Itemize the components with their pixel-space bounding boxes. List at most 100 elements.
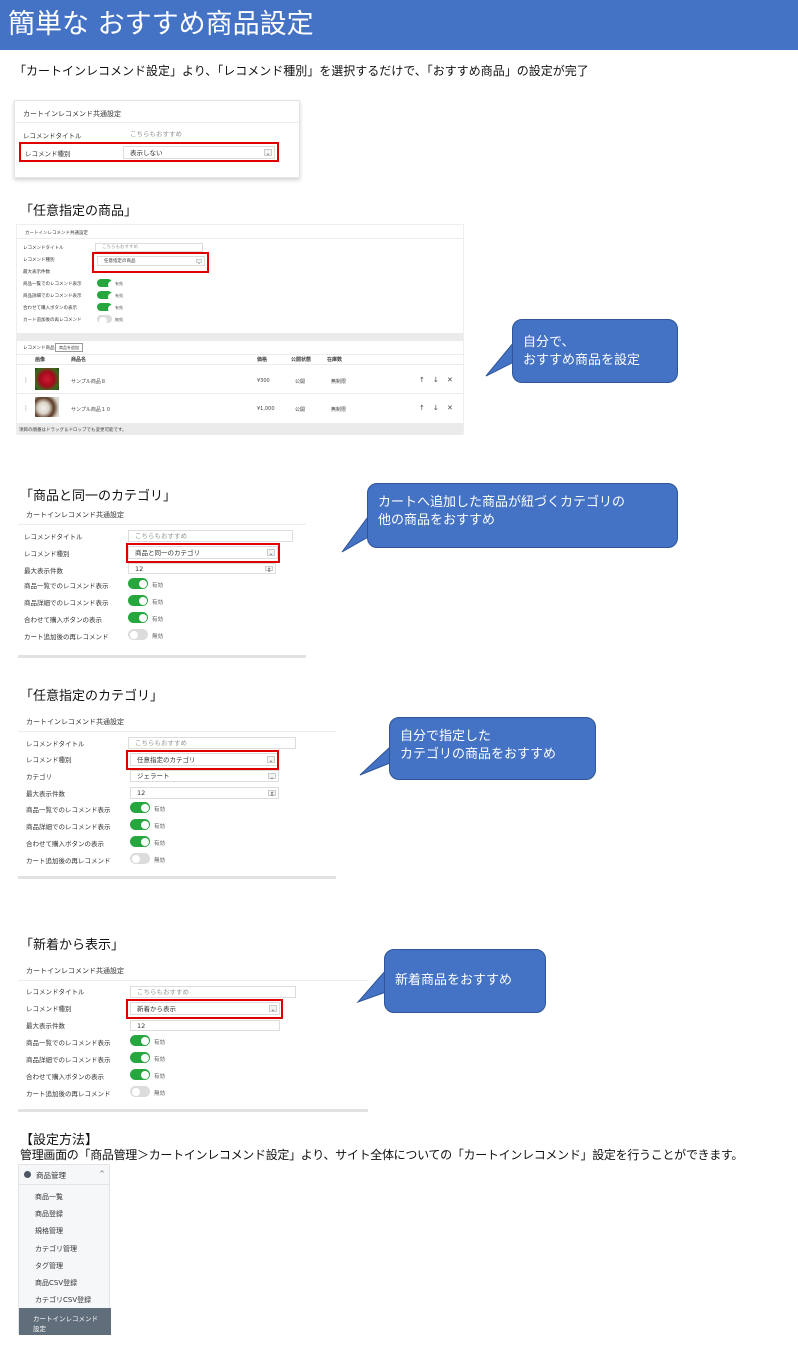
down-arrow-icon[interactable]: ↓ xyxy=(433,404,439,412)
after-cart-toggle[interactable] xyxy=(130,1086,150,1097)
toggle-state: 有効 xyxy=(154,1074,166,1080)
page-title: 簡単な おすすめ商品設定 xyxy=(0,0,798,50)
product-image xyxy=(35,368,59,390)
detail-display-label: 商品詳細でのレコメンド表示 xyxy=(24,599,109,607)
settings-panel-any-product: カートインレコメンド共通設定 レコメンドタイトル こちらもおすすめ レコメンド種… xyxy=(16,224,464,435)
col-stock: 在庫数 xyxy=(327,357,343,363)
up-arrow-icon[interactable]: ↑ xyxy=(419,404,425,412)
detail-display-label: 商品詳細でのレコメンド表示 xyxy=(26,1056,111,1064)
buy-button-toggle[interactable] xyxy=(130,1069,150,1080)
howto-text: 管理画面の「商品管理＞カートインレコメンド設定」より、サイト全体についての「カー… xyxy=(20,1148,744,1162)
drag-handle-icon[interactable]: ⋮ xyxy=(23,405,29,412)
toggle-state: 有効 xyxy=(152,617,164,623)
menu-item-product-csv[interactable]: 商品CSV登録 xyxy=(35,1278,77,1288)
product-name: サンプル商品１０ xyxy=(71,407,111,413)
menu-item-class-management[interactable]: 規格管理 xyxy=(35,1226,63,1236)
title-label: レコメンドタイトル xyxy=(24,533,83,541)
panel-title: カートインレコメンド共通設定 xyxy=(23,110,121,118)
type-label: レコメンド種別 xyxy=(26,756,72,764)
buy-button-label: 合わせて購入ボタンの表示 xyxy=(24,616,102,624)
detail-display-toggle[interactable] xyxy=(97,291,116,301)
max-value: 12 xyxy=(137,1022,146,1030)
menu-header[interactable]: 商品管理 ^ xyxy=(19,1165,109,1185)
max-label: 最大表示件数 xyxy=(26,1022,65,1030)
spinner-icon[interactable]: ⇕ xyxy=(265,566,273,573)
drag-handle-icon[interactable]: ⋮ xyxy=(23,377,29,384)
product-status: 公開 xyxy=(295,407,306,413)
product-price: ¥300 xyxy=(257,378,270,384)
category-select[interactable]: ジェラート ⌄ xyxy=(130,770,279,782)
detail-display-toggle[interactable] xyxy=(128,595,148,606)
product-price: ¥1,000 xyxy=(257,406,275,412)
type-label: レコメンド種別 xyxy=(26,1005,72,1013)
toggle-state: 有効 xyxy=(154,841,166,847)
delete-icon[interactable]: ✕ xyxy=(447,404,453,412)
max-value: 12 xyxy=(135,565,144,573)
title-input[interactable]: こちらもおすすめ xyxy=(128,530,293,542)
detail-display-toggle[interactable] xyxy=(130,1052,150,1063)
title-input[interactable]: こちらもおすすめ xyxy=(123,128,291,140)
detail-display-label: 商品詳細でのレコメンド表示 xyxy=(23,294,82,299)
title-input[interactable]: こちらもおすすめ xyxy=(95,243,203,252)
callout-any-category: 自分で指定した カテゴリの商品をおすすめ xyxy=(389,717,596,780)
toggle-state: 有効 xyxy=(154,824,166,830)
spinner-icon[interactable]: ⇕ xyxy=(268,790,276,798)
toggle-state: 有効 xyxy=(154,807,166,813)
settings-panel-new-arrivals: カートインレコメンド共通設定 レコメンドタイトル こちらもおすすめ レコメンド種… xyxy=(18,960,368,1112)
after-cart-toggle[interactable] xyxy=(130,853,150,864)
chevron-down-icon: ⌄ xyxy=(268,773,276,781)
toggle-state: 有効 xyxy=(154,1057,166,1063)
after-cart-toggle[interactable] xyxy=(97,315,112,325)
max-label: 最大表示件数 xyxy=(24,567,63,575)
list-display-toggle[interactable] xyxy=(97,279,116,289)
menu-item-category-management[interactable]: カテゴリ管理 xyxy=(35,1244,77,1254)
list-display-toggle[interactable] xyxy=(130,802,150,813)
max-input[interactable]: 12 ⇕ xyxy=(128,563,276,574)
max-input[interactable]: 12 ⇕ xyxy=(130,787,279,799)
buy-button-toggle[interactable] xyxy=(130,836,150,847)
panel-title: カートインレコメンド共通設定 xyxy=(26,967,124,975)
list-display-label: 商品一覧でのレコメンド表示 xyxy=(26,1039,111,1047)
col-status: 公開状態 xyxy=(291,357,312,363)
type-label: レコメンド種別 xyxy=(24,550,70,558)
menu-item-tag-management[interactable]: タグ管理 xyxy=(35,1261,63,1271)
title-input[interactable]: こちらもおすすめ xyxy=(128,737,296,749)
panel-title: カートインレコメンド共通設定 xyxy=(25,231,88,236)
title-input[interactable]: こちらもおすすめ xyxy=(130,986,296,998)
after-cart-toggle[interactable] xyxy=(128,629,148,640)
recommend-table-title: レコメンド商品 xyxy=(23,346,55,351)
toggle-state: 有効 xyxy=(154,1040,166,1046)
panel-title: カートインレコメンド共通設定 xyxy=(26,718,124,726)
list-display-toggle[interactable] xyxy=(128,578,148,589)
toggle-state: 無効 xyxy=(152,634,164,640)
section-heading-any-product: 「任意指定の商品」 xyxy=(20,204,138,219)
up-arrow-icon[interactable]: ↑ xyxy=(419,376,425,384)
highlight-box xyxy=(126,543,280,563)
delete-icon[interactable]: ✕ xyxy=(447,376,453,384)
settings-panel-any-category: カートインレコメンド共通設定 レコメンドタイトル こちらもおすすめ レコメンド種… xyxy=(18,711,336,879)
max-input[interactable]: 12 xyxy=(130,1020,280,1031)
menu-item-product-list[interactable]: 商品一覧 xyxy=(35,1192,63,1202)
toggle-state: 有効 xyxy=(152,583,164,589)
down-arrow-icon[interactable]: ↓ xyxy=(433,376,439,384)
detail-display-toggle[interactable] xyxy=(130,819,150,830)
callout-new-arrivals: 新着商品をおすすめ xyxy=(384,949,546,1013)
toggle-state: 有効 xyxy=(152,600,164,606)
highlight-box xyxy=(126,750,279,770)
list-display-toggle[interactable] xyxy=(130,1035,150,1046)
settings-panel-same-category: カートインレコメンド共通設定 レコメンドタイトル こちらもおすすめ レコメンド種… xyxy=(18,504,306,658)
menu-item-product-register[interactable]: 商品登録 xyxy=(35,1209,63,1219)
menu-item-cartin-recommend[interactable]: カートインレコメンド 設定 xyxy=(19,1308,111,1335)
after-cart-label: カート追加後の再レコメンド xyxy=(26,857,111,865)
buy-button-toggle[interactable] xyxy=(128,612,148,623)
buy-button-toggle[interactable] xyxy=(97,303,116,313)
highlight-box xyxy=(92,252,209,273)
menu-item-category-csv[interactable]: カテゴリCSV登録 xyxy=(35,1295,91,1305)
add-product-button[interactable]: 商品を追加 xyxy=(55,343,83,352)
toggle-state: 有効 xyxy=(115,293,123,298)
product-stock: 無制限 xyxy=(331,407,347,413)
toggle-state: 無効 xyxy=(154,858,166,864)
product-image xyxy=(35,397,59,417)
section-heading-any-category: 「任意指定のカテゴリ」 xyxy=(20,689,164,704)
chevron-up-icon: ^ xyxy=(99,1170,105,1178)
